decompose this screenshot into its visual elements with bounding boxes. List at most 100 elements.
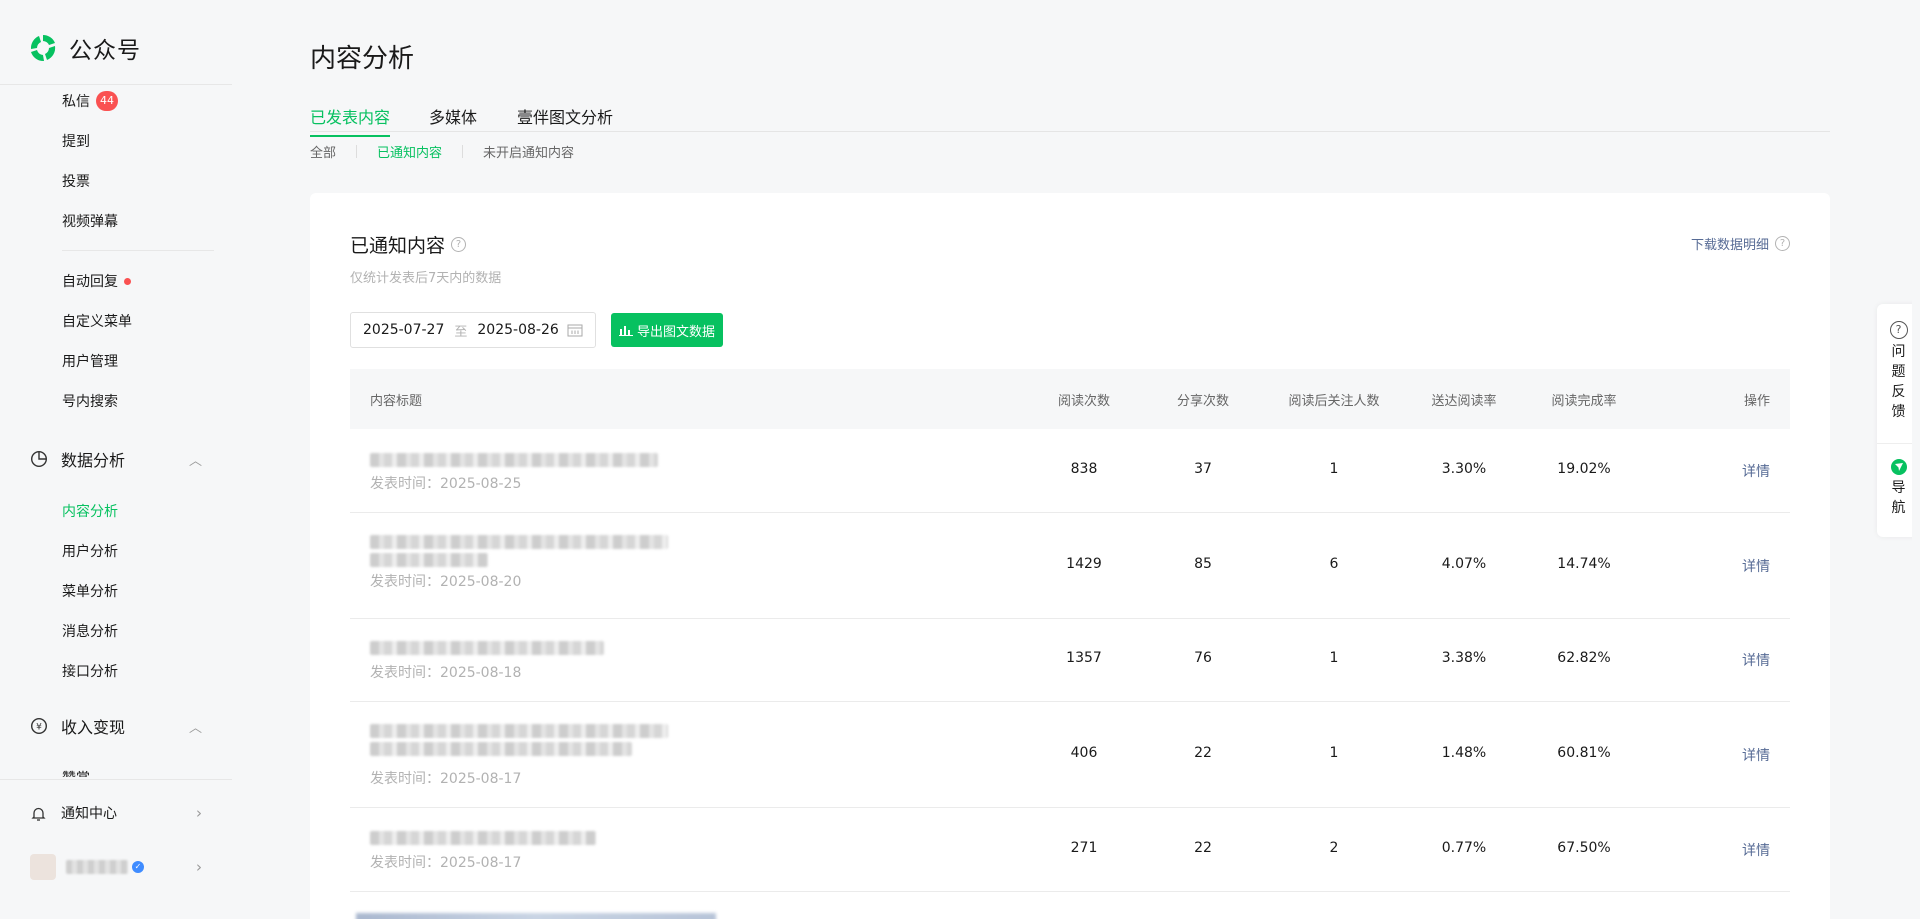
- export-label: 导出图文数据: [637, 324, 716, 340]
- feedback-char: 馈: [1891, 404, 1906, 420]
- shares-value: 76: [1194, 650, 1212, 666]
- sidebar-item-video-danmaku[interactable]: 视频弹幕: [62, 211, 118, 231]
- sidebar-item-vote[interactable]: 投票: [62, 171, 90, 191]
- publish-time: 发表时间：2025-08-17: [370, 771, 522, 787]
- help-icon[interactable]: ?: [1775, 236, 1790, 251]
- divider: [62, 250, 214, 251]
- reach-rate-value: 0.77%: [1441, 840, 1487, 856]
- verified-icon: ✓: [132, 861, 144, 873]
- detail-link[interactable]: 详情: [1742, 840, 1770, 860]
- article-title-blurred[interactable]: [370, 831, 596, 845]
- follows-value: 2: [1329, 840, 1339, 856]
- tab-published[interactable]: 已发表内容: [310, 104, 391, 137]
- account-menu[interactable]: ✓ ›: [30, 854, 202, 880]
- follows-value: 1: [1329, 650, 1339, 666]
- article-title-blurred: [370, 553, 488, 567]
- table-header: 内容标题 阅读次数 分享次数 阅读后关注人数 送达阅读率 阅读完成率 操作: [350, 369, 1790, 429]
- date-start: 2025-07-27: [363, 322, 445, 338]
- detail-link[interactable]: 详情: [1742, 650, 1770, 670]
- publish-time: 发表时间：2025-08-17: [370, 855, 522, 871]
- sidebar-item-user-analysis[interactable]: 用户分析: [62, 541, 118, 561]
- export-button[interactable]: 导出图文数据: [611, 313, 724, 347]
- help-icon[interactable]: ?: [451, 237, 467, 252]
- sidebar-group-monetization[interactable]: ¥ 收入变现 ︿: [30, 714, 202, 738]
- sidebar-item-mentions[interactable]: 提到: [62, 131, 90, 151]
- nav-char: 航: [1891, 500, 1906, 516]
- shares-value: 37: [1194, 461, 1212, 477]
- notification-dot: [124, 277, 131, 285]
- table-row: 发表时间：2025-08-20 1429 85 6 4.07% 14.74% 详…: [350, 513, 1790, 619]
- sidebar-item-message-analysis[interactable]: 消息分析: [62, 621, 118, 641]
- subtab-notified[interactable]: 已通知内容: [377, 142, 442, 161]
- table-row: 发表时间：2025-08-17 271 22 2 0.77% 67.50% 详情: [350, 808, 1790, 892]
- shares-value: 22: [1194, 840, 1212, 856]
- article-title-blurred[interactable]: [370, 641, 604, 655]
- header-title: 内容标题: [370, 394, 423, 409]
- notification-center-label: 通知中心: [61, 806, 117, 822]
- next-row-thumbnail-blurred: [356, 913, 716, 919]
- article-title-blurred[interactable]: [370, 724, 668, 738]
- detail-link[interactable]: 详情: [1742, 556, 1770, 576]
- subtab-all[interactable]: 全部: [310, 142, 336, 161]
- article-title-blurred[interactable]: [370, 535, 668, 549]
- reads-value: 1429: [1066, 556, 1102, 572]
- logo-icon: [30, 35, 56, 62]
- unread-badge: 44: [96, 91, 118, 111]
- sidebar-group-data-analysis[interactable]: 数据分析 ︿: [30, 447, 202, 471]
- compass-icon: [1890, 459, 1907, 475]
- sidebar-item-private-message[interactable]: 私信 44: [62, 91, 118, 111]
- tab-multimedia[interactable]: 多媒体: [429, 104, 477, 135]
- subtab-not-notified[interactable]: 未开启通知内容: [483, 142, 574, 161]
- notification-center[interactable]: 通知中心 ›: [30, 803, 202, 823]
- page-scrollbar[interactable]: [1912, 0, 1920, 919]
- sidebar-item-menu-analysis[interactable]: 菜单分析: [62, 581, 118, 601]
- reads-value: 838: [1070, 461, 1098, 477]
- sidebar-item-search[interactable]: 号内搜索: [62, 391, 118, 411]
- sidebar-item-content-analysis[interactable]: 内容分析: [62, 501, 118, 521]
- pie-chart-icon: [30, 450, 48, 468]
- date-end: 2025-08-26: [477, 322, 559, 338]
- reads-value: 271: [1070, 840, 1098, 856]
- sidebar-item-label: 消息分析: [62, 624, 118, 640]
- table-row: 发表时间：2025-08-18 1357 76 1 3.38% 62.82% 详…: [350, 619, 1790, 702]
- nav-char: 导: [1891, 480, 1906, 496]
- feedback-char: 反: [1891, 384, 1906, 400]
- tab-yiban-analysis[interactable]: 壹伴图文分析: [517, 104, 613, 135]
- sidebar-item-label: 号内搜索: [62, 394, 118, 410]
- download-details-link[interactable]: 下载数据明细 ?: [1691, 234, 1790, 253]
- publish-time: 发表时间：2025-08-25: [370, 476, 522, 492]
- divider: [0, 84, 232, 85]
- complete-rate-value: 60.81%: [1557, 745, 1611, 761]
- detail-link[interactable]: 详情: [1742, 745, 1770, 765]
- chevron-up-icon: ︿: [188, 453, 202, 469]
- yuan-coin-icon: ¥: [30, 717, 48, 735]
- detail-link[interactable]: 详情: [1742, 461, 1770, 481]
- article-title-blurred[interactable]: [370, 453, 658, 467]
- card-title: 已通知内容 ?: [350, 231, 467, 258]
- feedback-char: 问: [1891, 344, 1906, 360]
- sidebar-item-user-management[interactable]: 用户管理: [62, 351, 118, 371]
- complete-rate-value: 67.50%: [1557, 840, 1611, 856]
- sidebar-item-custom-menu[interactable]: 自定义菜单: [62, 311, 132, 331]
- complete-rate-value: 14.74%: [1557, 556, 1611, 572]
- sidebar-item-auto-reply[interactable]: 自动回复: [62, 271, 131, 291]
- bar-chart-icon: [619, 326, 633, 336]
- publish-time: 发表时间：2025-08-20: [370, 574, 522, 590]
- sidebar-item-label: 提到: [62, 134, 90, 150]
- question-icon: ?: [1889, 321, 1908, 339]
- header-reach-rate: 送达阅读率: [1431, 394, 1497, 409]
- shares-value: 85: [1194, 556, 1212, 572]
- sidebar-item-api-analysis[interactable]: 接口分析: [62, 661, 118, 681]
- card-title-text: 已通知内容: [350, 235, 446, 257]
- sidebar: 公众号 私信 44 提到 投票 视频弹幕 自动回复 自定义菜单 用户管理 号内搜…: [0, 0, 232, 919]
- sidebar-item-label: 视频弹幕: [62, 214, 118, 230]
- app-logo[interactable]: 公众号: [27, 31, 141, 65]
- divider: [0, 779, 232, 780]
- date-range-picker[interactable]: 2025-07-27 至 2025-08-26: [350, 312, 596, 348]
- sidebar-item-label: 投票: [62, 174, 90, 190]
- reach-rate-value: 4.07%: [1441, 556, 1487, 572]
- sidebar-item-appreciation[interactable]: 赞赏: [62, 768, 90, 777]
- sidebar-item-label: 用户管理: [62, 354, 118, 370]
- page-title: 内容分析: [310, 44, 415, 74]
- content-tabs: 已发表内容 多媒体 壹伴图文分析: [310, 104, 1830, 137]
